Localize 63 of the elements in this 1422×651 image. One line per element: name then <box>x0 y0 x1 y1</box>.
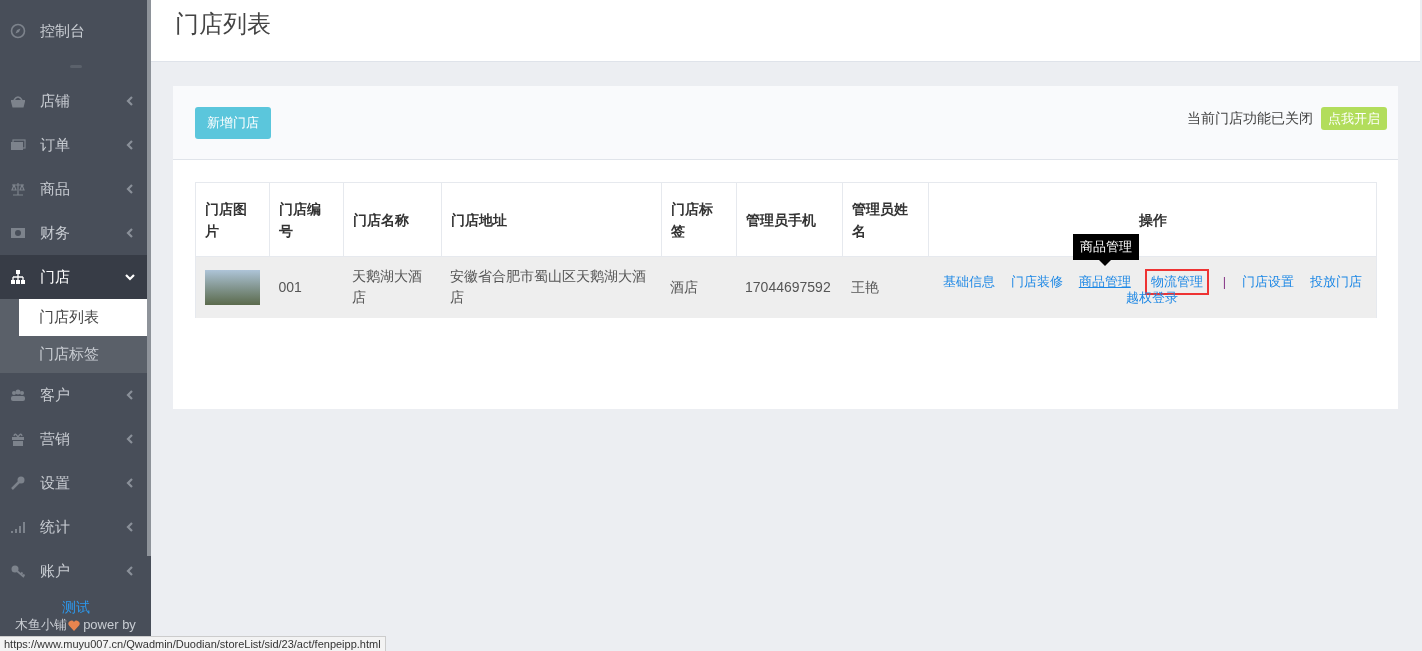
scale-icon <box>10 181 26 197</box>
column-header: 管理员姓名 <box>842 182 929 257</box>
store-status-text: 当前门店功能已关闭 <box>1187 109 1313 128</box>
chevron-left-icon <box>125 140 135 150</box>
chevron-left-icon <box>125 434 135 444</box>
column-header: 门店图片 <box>195 182 270 257</box>
separator-text: | <box>1222 274 1227 291</box>
sidebar-item[interactable]: 账户 <box>0 549 151 593</box>
chevron-left-icon <box>125 96 135 106</box>
action-link[interactable]: 门店设置 <box>1242 274 1295 291</box>
chevron-left-icon <box>125 184 135 194</box>
footer-link[interactable]: 测试 <box>61 598 90 616</box>
money-icon <box>10 137 26 153</box>
footer-brand-text: 木鱼小铺 <box>15 616 68 634</box>
sidebar-item[interactable]: 商品 <box>0 167 151 211</box>
compass-icon <box>10 23 26 39</box>
sidebar-item[interactable]: 客户 <box>0 373 151 417</box>
action-link[interactable]: 越权登录 <box>1126 290 1179 307</box>
chevron-down-icon <box>125 272 135 282</box>
column-header: 管理员手机 <box>736 182 842 257</box>
action-link[interactable]: 投放门店 <box>1310 274 1363 291</box>
key-icon <box>10 563 26 579</box>
sidebar-item[interactable]: 订单 <box>0 123 151 167</box>
column-header: 门店名称 <box>343 182 442 257</box>
heart-icon <box>68 619 81 631</box>
sidebar-subitem[interactable]: 门店标签 <box>19 336 151 373</box>
users-icon <box>10 387 26 403</box>
tooltip-arrow-icon <box>1099 260 1111 266</box>
chevron-left-icon <box>125 478 135 488</box>
column-header: 门店编号 <box>269 182 344 257</box>
gift-icon <box>10 431 26 447</box>
table-cell: 王艳 <box>842 256 929 318</box>
action-link[interactable]: 基础信息 <box>942 274 995 291</box>
action-link[interactable]: 门店装修 <box>1010 274 1063 291</box>
status-bar-url: https://www.muyu007.cn/Qwadmin/Duodian/storeList/sid/23/act/fenpeipp.html <box>0 636 386 651</box>
photo-placeholder <box>205 269 260 305</box>
chevron-left-icon <box>125 390 135 400</box>
bill-icon <box>10 225 26 241</box>
action-link[interactable]: 商品管理 <box>1078 274 1131 291</box>
basket-icon <box>10 93 26 109</box>
tooltip: 商品管理 <box>1073 234 1139 260</box>
sidebar-item[interactable]: 设置 <box>0 461 151 505</box>
table-cell: 天鹅湖大酒店 <box>343 256 442 318</box>
scrollbar-thumb[interactable] <box>147 0 151 556</box>
sitemap-icon <box>10 269 26 285</box>
chevron-left-icon <box>125 522 135 532</box>
table-cell: 酒店 <box>661 256 737 318</box>
column-header: 门店标签 <box>661 182 737 257</box>
signal-icon <box>10 519 26 535</box>
column-header: 门店地址 <box>441 182 662 257</box>
sidebar-item[interactable]: 财务 <box>0 211 151 255</box>
wrench-icon <box>10 475 26 491</box>
table-cell: 001 <box>269 256 344 318</box>
table-cell: 安徽省合肥市蜀山区天鹅湖大酒店 <box>441 256 662 318</box>
sidebar-item[interactable]: 店铺 <box>0 79 151 123</box>
page-title: 门店列表 <box>175 8 271 39</box>
footer-power-text: power by <box>83 616 136 634</box>
chevron-left-icon <box>125 228 135 238</box>
sidebar-item[interactable]: 营销 <box>0 417 151 461</box>
sidebar-item[interactable]: 控制台 <box>0 9 151 53</box>
chevron-left-icon <box>125 566 135 576</box>
table-cell: 17044697592 <box>736 256 842 318</box>
sidebar-item[interactable]: 统计 <box>0 505 151 549</box>
